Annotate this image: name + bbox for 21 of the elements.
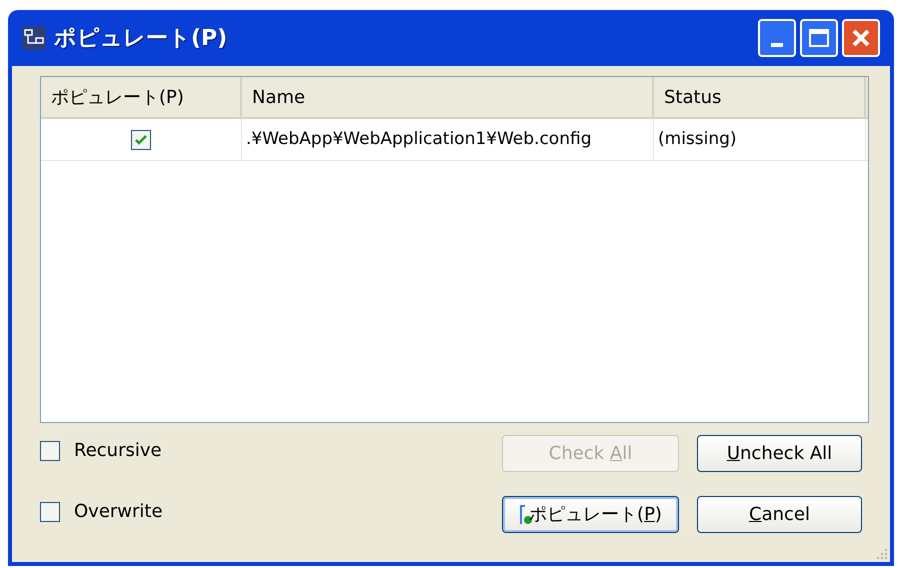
table-cell: .¥WebApp¥WebApplication1¥Web.config bbox=[242, 119, 654, 160]
dialog-button[interactable]: Cancel bbox=[697, 496, 862, 533]
maximize-button[interactable] bbox=[800, 19, 838, 57]
table-cell: (missing) bbox=[654, 119, 866, 160]
checkbox-label[interactable]: Overwrite bbox=[74, 498, 163, 525]
dialog-button[interactable]: Uncheck All bbox=[697, 435, 862, 472]
check-icon bbox=[134, 132, 148, 146]
column-header[interactable]: Status bbox=[654, 77, 866, 117]
window-title: ポピュレート(P) bbox=[54, 24, 228, 52]
close-button[interactable] bbox=[842, 19, 880, 57]
checkbox-label[interactable]: Recursive bbox=[74, 437, 162, 464]
close-icon bbox=[850, 27, 872, 49]
column-header[interactable]: Name bbox=[242, 77, 654, 117]
resize-grip-icon[interactable] bbox=[874, 546, 888, 560]
column-header[interactable]: ポピュレート(P) bbox=[41, 77, 242, 117]
minimize-button[interactable] bbox=[758, 19, 796, 57]
checkbox[interactable] bbox=[40, 440, 60, 460]
checkbox[interactable] bbox=[131, 130, 151, 150]
app-icon bbox=[22, 26, 46, 50]
checkbox[interactable] bbox=[40, 502, 60, 522]
dialog-button[interactable]: ポピュレート(P) bbox=[502, 496, 679, 533]
